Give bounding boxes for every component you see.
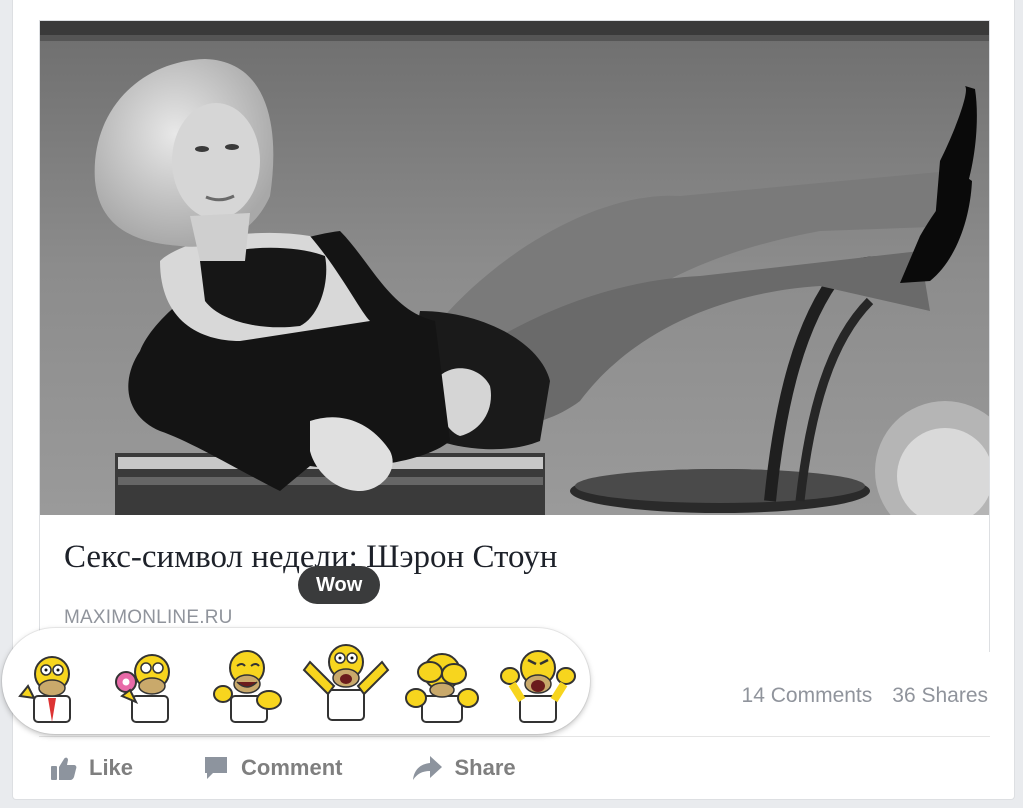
homer-haha-icon[interactable] <box>207 638 291 724</box>
link-domain: MAXIMONLINE.RU <box>64 607 233 628</box>
comment-label: Comment <box>241 755 343 780</box>
homer-angry-icon[interactable] <box>496 638 580 724</box>
post-stats: 14 Comments 36 Shares <box>742 684 988 708</box>
comment-button[interactable]: Comment <box>203 755 342 781</box>
like-label: Like <box>89 755 134 780</box>
share-label: Share <box>454 755 516 780</box>
shares-count[interactable]: 36 Shares <box>892 684 988 708</box>
thumbs-up-icon <box>51 756 77 780</box>
action-bar: Like Comment Share <box>39 748 516 788</box>
homer-sad-icon[interactable] <box>400 638 484 724</box>
reactions-bar <box>2 628 590 734</box>
share-arrow-icon <box>412 756 443 780</box>
share-button[interactable]: Share <box>412 755 516 781</box>
link-preview-image[interactable] <box>40 21 989 515</box>
link-preview[interactable]: Секс-символ недели: Шэрон Стоун MAXIMONL… <box>39 20 990 652</box>
homer-wow-icon[interactable] <box>298 634 394 721</box>
divider <box>39 736 990 737</box>
comments-count[interactable]: 14 Comments <box>742 684 873 708</box>
like-button[interactable]: Like <box>51 755 133 781</box>
comment-icon <box>203 755 229 781</box>
homer-love-icon[interactable] <box>108 638 192 724</box>
homer-like-icon[interactable] <box>10 638 94 724</box>
reaction-tooltip: Wow <box>298 566 381 604</box>
